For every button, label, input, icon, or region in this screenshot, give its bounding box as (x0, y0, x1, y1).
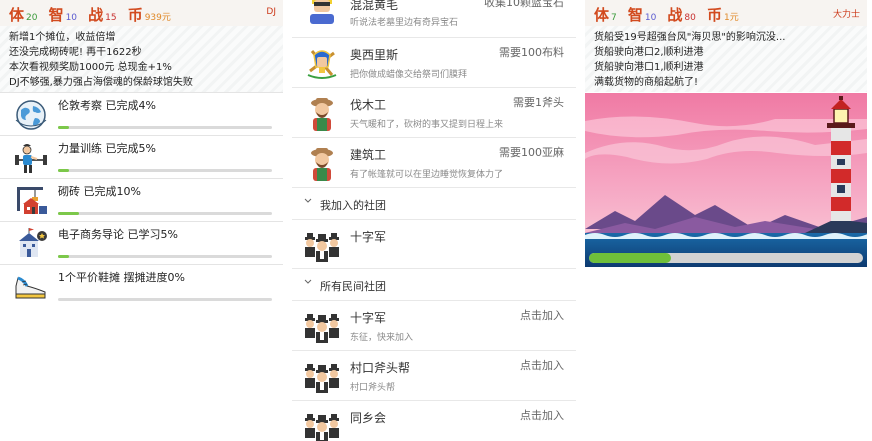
task-label: 伦敦考察 已完成4% (58, 99, 156, 112)
news-feed: 新增1个摊位，收益倍增 还没完成砌砖呢! 再干1622秒 本次看视频奖励1000… (0, 26, 283, 92)
club-name: 村口斧头帮 (350, 361, 411, 375)
join-club-button[interactable]: 点击加入 (520, 407, 564, 423)
shipping-panel: 体7 智 10 战 80 币 1元 大力士 货船受19号超强台风"海贝思"的影响沉没.… (585, 0, 867, 441)
npc-desc: 有了帐篷就可以在里边睡觉恢复体力了 (350, 170, 504, 180)
gang-icon (305, 233, 339, 262)
task-progress-bar (58, 212, 272, 215)
task-item[interactable]: 电子商务导论 已学习5% (0, 221, 283, 264)
stat-zhan-label: 战 (88, 6, 104, 24)
stat-bi-value: 1元 (723, 13, 739, 23)
npc-requirement: 收集10颗蓝宝石 (484, 0, 564, 9)
club-name: 同乡会 (350, 411, 387, 425)
gang-icon (305, 314, 339, 343)
task-panel: 体 20 智 10 战 15 币 939元 DJ 新增1个摊位，收益倍增 还没完成砌砖呢… (0, 0, 283, 441)
join-club-button[interactable]: 点击加入 (520, 307, 564, 323)
weightlifting-icon (15, 144, 47, 173)
npc-name: 奥西里斯 (350, 48, 399, 62)
stat-ti-value: 7 (611, 13, 617, 23)
news-line: 货船驶向港口2,顺利进港 (594, 47, 704, 58)
construction-crane-icon (17, 187, 47, 214)
task-progress-bar (58, 255, 272, 258)
club-desc: 村口斧头帮 (350, 383, 396, 393)
stat-bi-label: 币 (127, 6, 143, 24)
npc-desc: 听说法老墓里边有奇异宝石 (350, 18, 459, 28)
task-item[interactable]: 砌砖 已完成10% (0, 178, 283, 221)
npc-row[interactable]: 奥西里斯 把你做成蜡像交给祭司们膜拜 需要100布料 (292, 38, 576, 88)
gang-icon (305, 414, 339, 441)
npc-desc: 天气暖和了，砍树的事又提到日程上来 (350, 120, 504, 130)
npc-name: 混混黄毛 (350, 0, 399, 12)
npc-name: 伐木工 (350, 98, 387, 112)
globe-icon (15, 100, 47, 130)
stat-zhan-label: 战 (667, 6, 683, 24)
school-building-icon (19, 228, 47, 257)
task-item[interactable]: 伦敦考察 已完成4% (0, 92, 283, 135)
sneaker-icon (15, 276, 46, 299)
stat-zhi-value: 10 (644, 13, 657, 23)
join-club-button[interactable]: 点击加入 (520, 357, 564, 373)
npc-desc: 把你做成蜡像交给祭司们膜拜 (350, 70, 468, 80)
task-progress-bar (58, 169, 272, 172)
stat-ti-value: 20 (26, 13, 38, 23)
stat-ti-label: 体 (594, 6, 610, 24)
chevron-down-icon (304, 198, 312, 203)
npc-requirement: 需要100布料 (499, 46, 564, 59)
lumberjack-icon (311, 98, 333, 131)
stat-ti-label: 体 (9, 6, 25, 24)
stats-bar: 体7 智 10 战 80 币 1元 大力士 (585, 0, 867, 26)
stat-zhi-value: 10 (65, 13, 78, 23)
lighthouse-seascape-icon (585, 93, 867, 267)
stat-zhi-label: 智 (627, 6, 643, 24)
task-progress-bar (58, 298, 272, 301)
club-name: 十字军 (350, 311, 387, 325)
club-row[interactable]: 村口斧头帮 村口斧头帮 点击加入 (292, 351, 576, 401)
news-line: DJ不够强,暴力强占海偿魂的保龄球馆失败 (9, 77, 193, 88)
club-row[interactable]: 十字军 东征，快来加入 点击加入 (292, 301, 576, 351)
npc-name: 建筑工 (350, 148, 387, 162)
club-desc: 东征，快来加入 (350, 333, 414, 343)
stats-bar: 体 20 智 10 战 15 币 939元 DJ (0, 0, 283, 26)
lighthouse-scene (585, 93, 867, 267)
stat-bi-label: 币 (706, 6, 722, 24)
news-line: 本次看视频奖励1000元 总现金+1% (9, 62, 172, 73)
task-label: 力量训练 已完成5% (58, 142, 156, 155)
club-name: 十字军 (350, 230, 387, 244)
task-label: 电子商务导论 已学习5% (58, 228, 178, 241)
joined-club-row[interactable]: 十字军 (292, 220, 576, 269)
npc-requirement: 需要1斧头 (513, 96, 564, 109)
news-feed: 货船受19号超强台风"海贝思"的影响沉没... 货船驶向港口2,顺利进港 货船驶… (585, 26, 867, 92)
news-line: 满载货物的商船起航了! (594, 77, 699, 88)
task-label: 砌砖 已完成10% (58, 185, 141, 198)
news-line: 货船驶向港口1,顺利进港 (594, 62, 704, 73)
task-item[interactable]: 力量训练 已完成5% (0, 135, 283, 178)
player-name: DJ (266, 7, 276, 17)
thug-icon (310, 0, 334, 24)
news-line: 货船受19号超强台风"海贝思"的影响沉没... (594, 32, 786, 43)
section-title: 所有民间社团 (320, 280, 386, 293)
stat-bi-value: 939元 (144, 13, 171, 23)
news-line: 新增1个摊位，收益倍增 (9, 32, 116, 43)
stat-zhan-value: 80 (684, 13, 696, 23)
stat-zhi-label: 智 (48, 6, 64, 24)
npc-row[interactable]: 建筑工 有了帐篷就可以在里边睡觉恢复体力了 需要100亚麻 (292, 138, 576, 188)
all-clubs-section-header[interactable]: 所有民间社团 (292, 269, 576, 301)
builder-icon (311, 148, 333, 181)
club-panel: 混混黄毛 听说法老墓里边有奇异宝石 收集10颗蓝宝石 奥西里斯 把你做成蜡像交给… (292, 0, 576, 441)
task-label: 1个平价鞋摊 摆摊进度0% (58, 271, 185, 284)
pharaoh-icon (307, 50, 337, 79)
stat-zhan-value: 15 (105, 13, 117, 23)
joined-section-header[interactable]: 我加入的社团 (292, 188, 576, 220)
task-progress-bar (58, 126, 272, 129)
npc-row[interactable]: 伐木工 天气暖和了，砍树的事又提到日程上来 需要1斧头 (292, 88, 576, 138)
section-title: 我加入的社团 (320, 199, 386, 212)
news-line: 还没完成砌砖呢! 再干1622秒 (9, 47, 142, 58)
player-name: 大力士 (832, 10, 860, 20)
npc-row[interactable]: 混混黄毛 听说法老墓里边有奇异宝石 收集10颗蓝宝石 (292, 0, 576, 38)
loading-progress-bar (589, 253, 863, 263)
chevron-down-icon (304, 279, 312, 284)
gang-icon (305, 364, 339, 393)
npc-requirement: 需要100亚麻 (499, 146, 564, 159)
club-row[interactable]: 同乡会 点击加入 (292, 401, 576, 441)
task-item[interactable]: 1个平价鞋摊 摆摊进度0% (0, 264, 283, 307)
